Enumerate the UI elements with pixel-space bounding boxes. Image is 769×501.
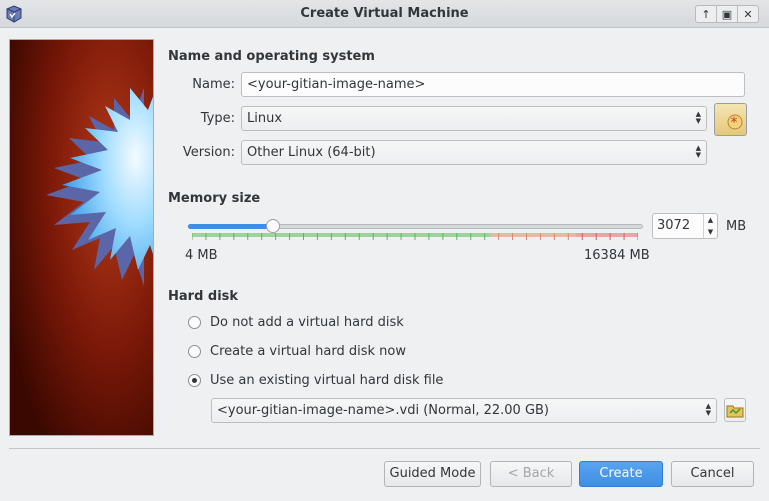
name-input[interactable]: <your-gitian-image-name> [241, 72, 745, 97]
svg-text:*: * [731, 115, 738, 131]
title-bar: Create Virtual Machine ↑ ▣ ✕ [0, 0, 769, 28]
back-button[interactable]: < Back [490, 461, 572, 487]
back-label: < Back [507, 466, 555, 481]
folder-icon [726, 405, 744, 418]
memory-scale-ticks [192, 233, 638, 240]
memory-slider-handle[interactable] [266, 219, 281, 233]
keep-above-button[interactable]: ↑ [695, 5, 717, 23]
version-select-value: Other Linux (64-bit) [247, 145, 376, 160]
memory-slider-fill [188, 224, 274, 229]
window-title: Create Virtual Machine [300, 6, 469, 21]
footer-separator [9, 448, 760, 449]
create-label: Create [599, 466, 643, 481]
radio-button-selected[interactable] [188, 374, 201, 387]
radio-no-disk-label[interactable]: Do not add a virtual hard disk [210, 315, 404, 330]
linux-os-icon: * [714, 103, 747, 136]
memory-value[interactable]: 3072 [657, 218, 690, 233]
updown-arrows-icon: ▲ ▼ [695, 144, 701, 159]
guided-mode-button[interactable]: Guided Mode [384, 461, 481, 487]
existing-disk-select[interactable]: <your-gitian-image-name>.vdi (Normal, 22… [211, 398, 717, 423]
spin-arrows-icon[interactable]: ▲ ▼ [703, 214, 717, 238]
name-label: Name: [192, 77, 235, 92]
updown-arrows-icon: ▲ ▼ [695, 110, 701, 125]
restore-button[interactable]: ▣ [716, 5, 738, 23]
memory-min-label: 4 MB [185, 248, 218, 263]
version-select[interactable]: Other Linux (64-bit) ▲ ▼ [241, 140, 707, 165]
updown-arrows-icon: ▲ ▼ [705, 402, 711, 417]
radio-create-disk[interactable]: Create a virtual hard disk now [188, 344, 406, 359]
hard-disk-section-title: Hard disk [168, 289, 239, 304]
radio-create-disk-label[interactable]: Create a virtual hard disk now [210, 344, 406, 359]
radio-button[interactable] [188, 345, 201, 358]
radio-existing-disk-label[interactable]: Use an existing virtual hard disk file [210, 373, 443, 388]
memory-spinbox[interactable]: 3072 ▲ ▼ [652, 213, 718, 239]
type-select-value: Linux [247, 111, 283, 126]
memory-section-title: Memory size [168, 191, 261, 206]
existing-disk-value: <your-gitian-image-name>.vdi (Normal, 22… [217, 403, 550, 418]
guided-mode-label: Guided Mode [389, 466, 476, 481]
type-select[interactable]: Linux ▲ ▼ [241, 106, 707, 131]
cancel-label: Cancel [690, 466, 735, 481]
radio-no-disk[interactable]: Do not add a virtual hard disk [188, 315, 404, 330]
type-label: Type: [200, 111, 235, 126]
name-os-section-title: Name and operating system [168, 49, 375, 64]
cancel-button[interactable]: Cancel [671, 461, 754, 487]
radio-button[interactable] [188, 316, 201, 329]
memory-max-label: 16384 MB [584, 248, 650, 263]
memory-unit: MB [726, 219, 747, 234]
version-label: Version: [182, 145, 235, 160]
close-button[interactable]: ✕ [737, 5, 759, 23]
radio-existing-disk[interactable]: Use an existing virtual hard disk file [188, 373, 443, 388]
wizard-banner-image [9, 39, 154, 436]
choose-disk-file-button[interactable] [724, 398, 746, 422]
create-button[interactable]: Create [579, 461, 663, 487]
